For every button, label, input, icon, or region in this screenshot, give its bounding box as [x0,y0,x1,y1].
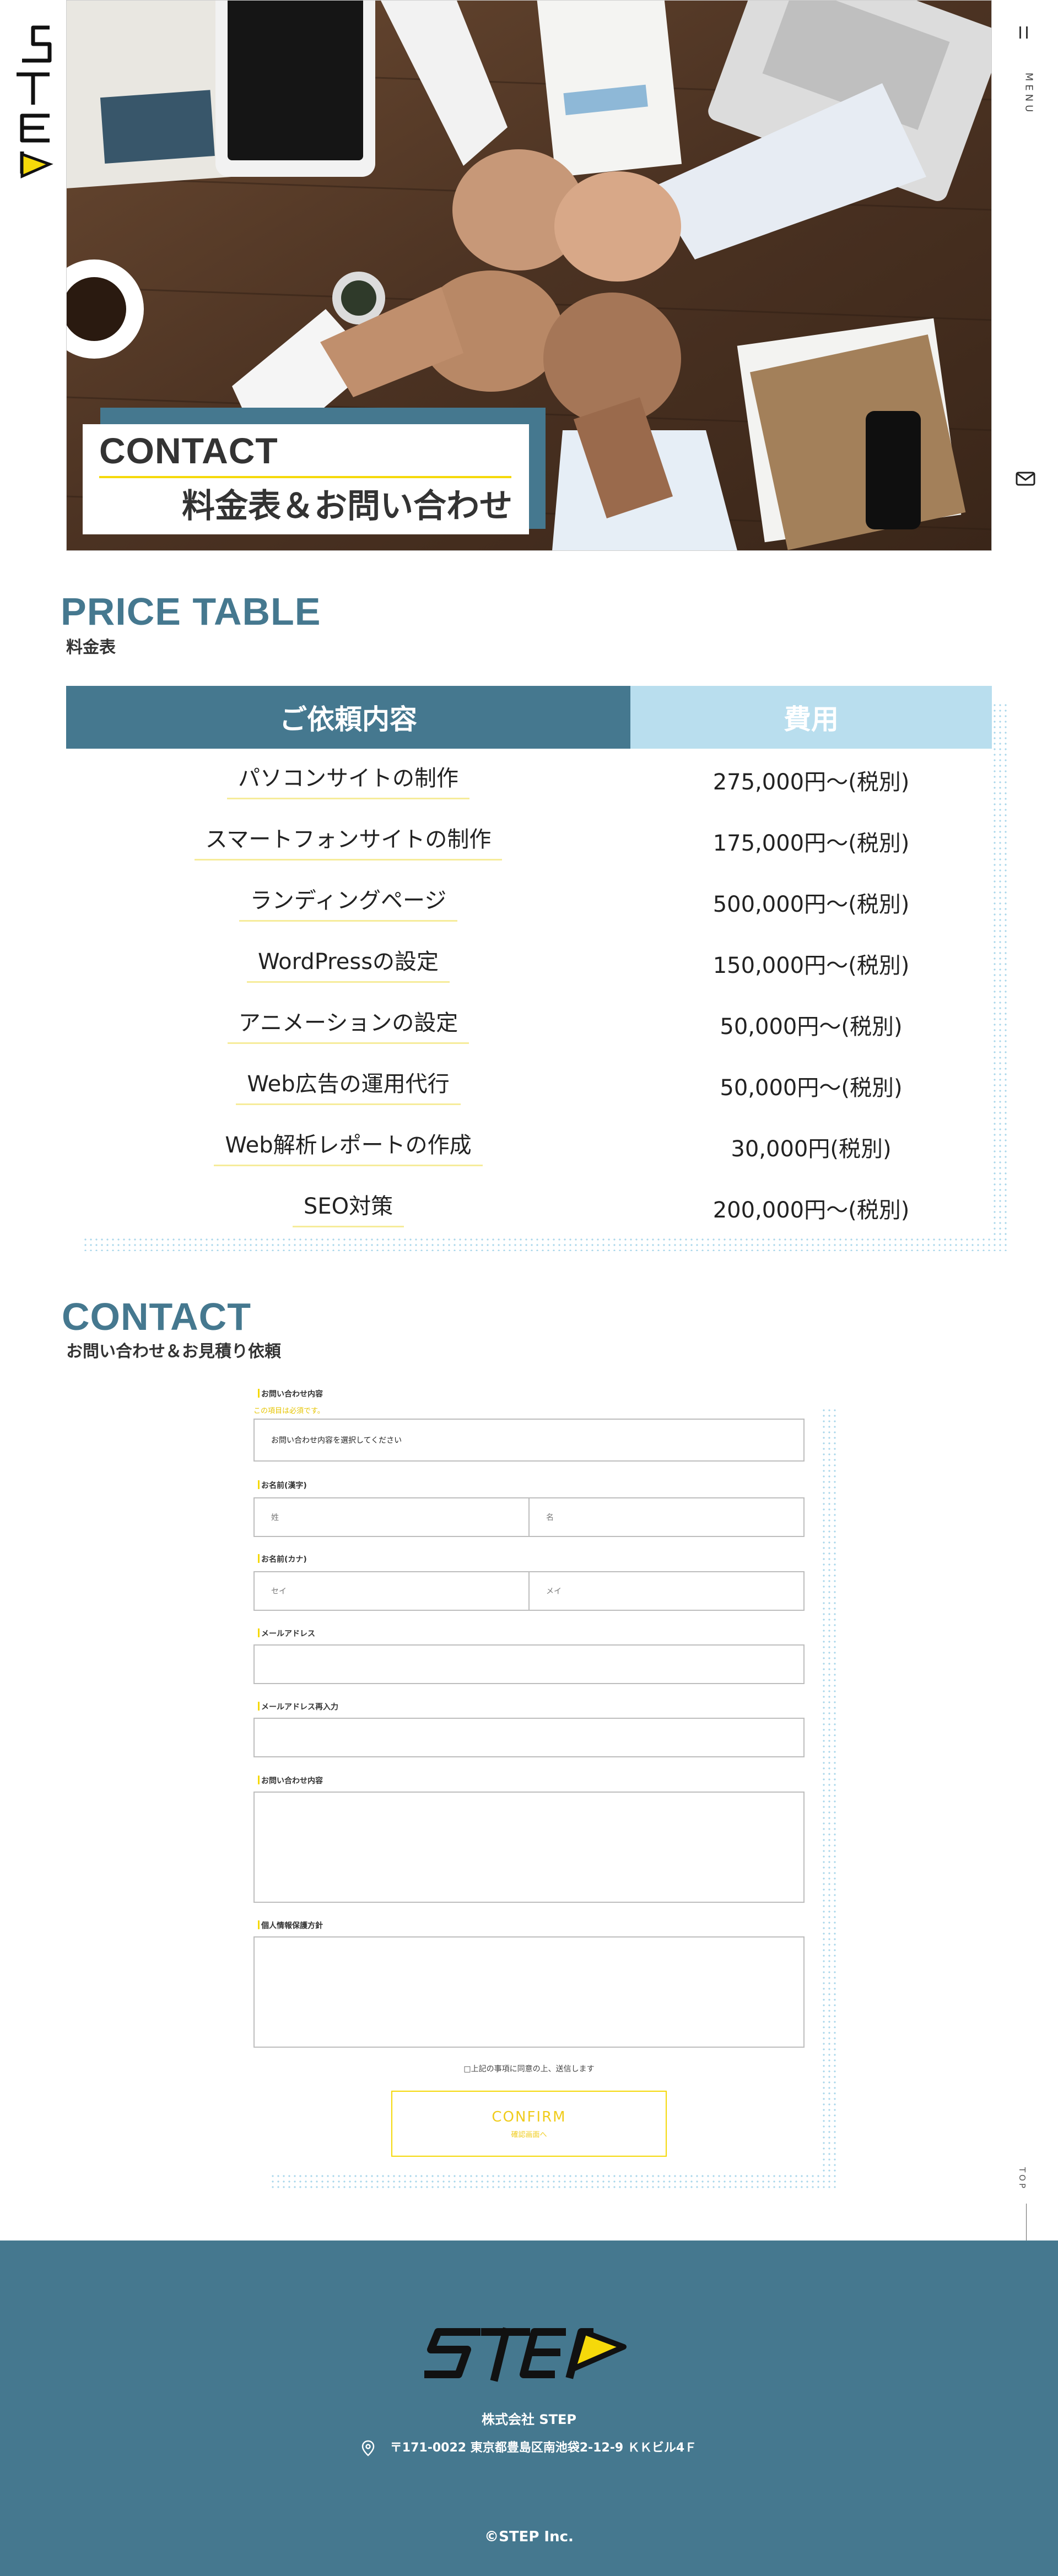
price-value: 175,000円〜(税別) [712,830,910,856]
footer-logo[interactable] [423,2322,628,2388]
privacy-policy-box[interactable] [253,1936,805,2048]
kana-label: お名前(カナ) [258,1554,307,1565]
price-item: ランディングページ [239,883,458,922]
hero-title: CONTACT [99,430,278,471]
price-item: Web広告の運用代行 [236,1066,461,1105]
message-textarea[interactable] [253,1792,805,1903]
hero-title-box: CONTACT 料金表＆お問い合わせ [83,424,529,534]
price-item: パソコンサイトの制作 [227,760,469,799]
first-kana-placeholder: メイ [546,1587,562,1596]
price-item: スマートフォンサイトの制作 [194,821,503,861]
company-address-row: 〒171-0022 東京都豊島区南池袋2-12-9 ＫＫビル4Ｆ [0,2438,1058,2456]
price-row: スマートフォンサイトの制作 175,000円〜(税別) [66,810,992,872]
price-row: アニメーションの設定 50,000円〜(税別) [66,994,992,1055]
menu-toggle[interactable]: MENU [1013,22,1039,116]
price-value: 50,000円〜(税別) [720,1075,903,1101]
last-name-placeholder: 姓 [271,1513,279,1522]
step-logo [423,2327,627,2382]
price-row: ランディングページ 500,000円〜(税別) [66,872,992,933]
site-logo[interactable] [11,22,56,182]
contact-section-title: CONTACT [62,1295,251,1338]
inquiry-type-value: お問い合わせ内容を選択してください [271,1436,402,1445]
price-item: SEO対策 [292,1188,404,1227]
price-value: 200,000円〜(税別) [712,1197,910,1223]
price-value: 275,000円〜(税別) [712,769,910,795]
price-section-title: PRICE TABLE [61,590,321,633]
price-row: パソコンサイトの制作 275,000円〜(税別) [66,749,992,810]
inquiry-type-select[interactable]: お問い合わせ内容を選択してください [253,1419,805,1462]
copyright: ©STEP Inc. [484,2529,574,2545]
first-kana-input[interactable]: メイ [528,1571,805,1611]
agree-checkbox[interactable]: □上記の事項に同意の上、送信します [253,2063,805,2074]
required-note: この項目は必須です。 [253,1407,325,1415]
back-to-top-link[interactable]: TOP [1014,2165,1038,2242]
company-address: 〒171-0022 東京都豊島区南池袋2-12-9 ＫＫビル4Ｆ [390,2441,697,2455]
price-row: SEO対策 200,000円〜(税別) [66,1177,992,1238]
price-table-header-price: 費用 [630,686,992,749]
message-label: お問い合わせ内容 [258,1775,323,1786]
privacy-label: 個人情報保護方針 [258,1920,323,1931]
email-confirm-field[interactable] [253,1718,805,1757]
contact-section-subtitle: お問い合わせ＆お見積り依頼 [66,1342,281,1361]
price-section-subtitle: 料金表 [66,638,116,657]
mail-icon[interactable] [1015,468,1036,489]
email-field[interactable] [253,1644,805,1684]
step-logo-vertical [17,25,53,178]
price-value: 30,000円(税別) [731,1136,892,1162]
hamburger-icon [1017,26,1030,39]
last-kana-placeholder: セイ [271,1587,287,1596]
name-label: お名前(漢字) [258,1480,307,1491]
price-value: 50,000円〜(税別) [720,1014,903,1040]
confirm-label: CONFIRM [492,2108,566,2125]
last-kana-input[interactable]: セイ [253,1571,530,1611]
hero-subtitle: 料金表＆お問い合わせ [182,487,512,526]
top-label: TOP [1017,2167,1027,2191]
confirm-sublabel: 確認画面へ [511,2130,547,2139]
email-confirm-label: メールアドレス再入力 [258,1701,338,1712]
inquiry-type-label: お問い合わせ内容 [258,1388,323,1399]
price-row: Web解析レポートの作成 30,000円(税別) [66,1116,992,1177]
price-value: 500,000円〜(税別) [712,891,910,917]
hero-underline [99,476,511,478]
price-row: WordPressの設定 150,000円〜(税別) [66,933,992,994]
price-value: 150,000円〜(税別) [712,953,910,978]
last-name-input[interactable]: 姓 [253,1497,530,1537]
price-item: アニメーションの設定 [227,1005,469,1044]
price-table-header-item: ご依頼内容 [66,686,630,749]
price-row: Web広告の運用代行 50,000円〜(税別) [66,1055,992,1116]
confirm-button[interactable]: CONFIRM 確認画面へ [391,2091,667,2157]
top-line [1026,2204,1027,2242]
location-pin-icon [361,2440,375,2456]
price-item: Web解析レポートの作成 [214,1127,483,1166]
first-name-placeholder: 名 [546,1513,554,1522]
first-name-input[interactable]: 名 [528,1497,805,1537]
email-label: メールアドレス [258,1628,315,1639]
menu-label: MENU [1023,72,1035,116]
company-name: 株式会社 STEP [482,2412,576,2427]
price-item: WordPressの設定 [246,944,450,983]
